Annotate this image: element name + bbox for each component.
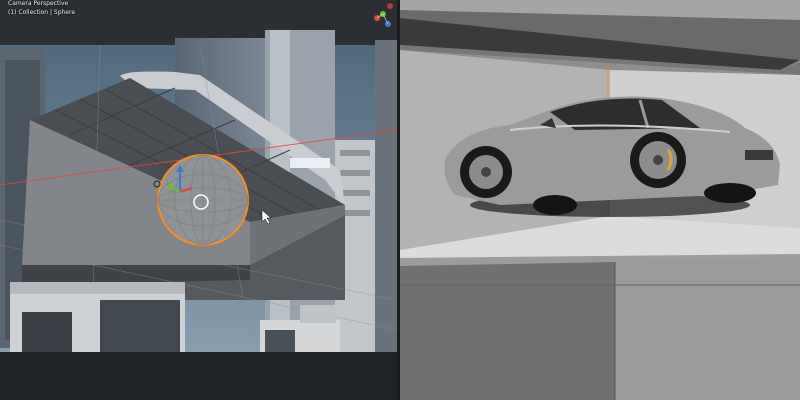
view-name-label: Camera Perspective xyxy=(8,0,69,7)
pedestal-front xyxy=(400,262,615,400)
right-scene xyxy=(400,0,800,400)
left-3d-viewport[interactable]: Camera Perspective (1) Collection | Sphe… xyxy=(0,0,397,400)
navigation-gizmo-icon[interactable] xyxy=(368,0,397,30)
collection-label: (1) Collection | Sphere xyxy=(8,9,76,16)
right-3d-viewport[interactable] xyxy=(400,0,800,400)
ground xyxy=(0,352,397,400)
left-scene xyxy=(0,0,397,400)
sphere-object[interactable] xyxy=(157,154,249,246)
